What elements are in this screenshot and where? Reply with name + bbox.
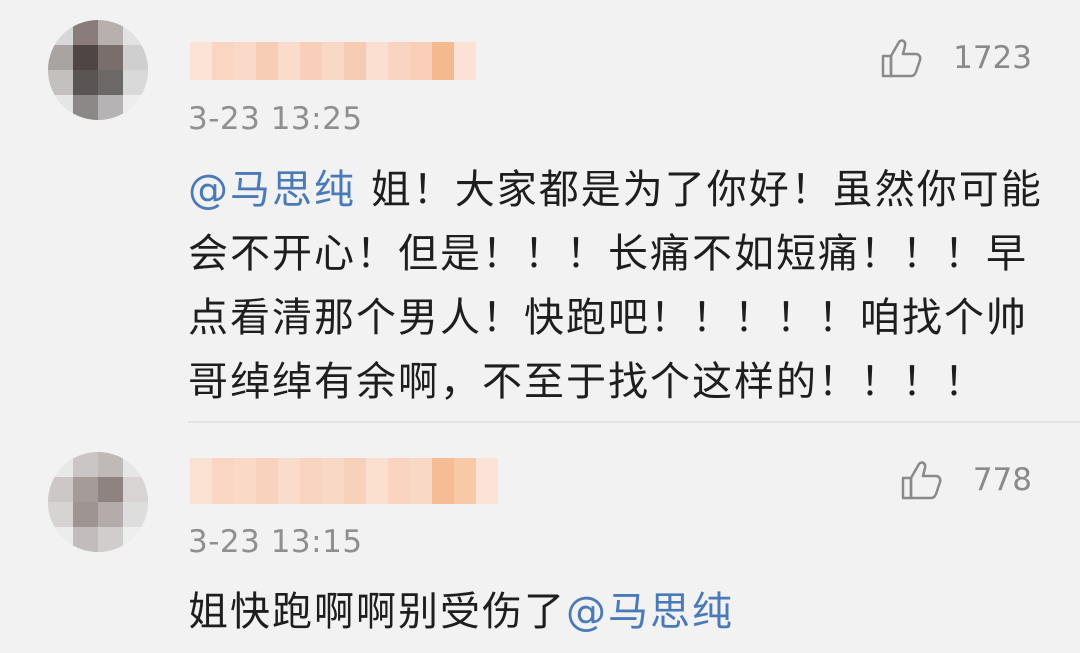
comment-time: 3-23 13:15 [188,524,363,560]
comment-item: 778 3-23 13:15 姐快跑啊啊别受伤了@马思纯 [0,424,1080,653]
comment-time: 3-23 13:25 [188,101,363,137]
like-count: 778 [972,462,1032,498]
thumbs-up-icon [901,461,942,500]
comment-body-text: 姐快跑啊啊别受伤了 [188,589,566,635]
like-control[interactable]: 778 [897,456,1032,504]
divider [188,421,1080,423]
avatar[interactable] [48,20,148,120]
mention-link[interactable]: @马思纯 [188,167,356,213]
mention-link[interactable]: @马思纯 [566,589,734,635]
comment-item: 1723 3-23 13:25 @马思纯 姐！大家都是为了你好！虽然你可能会不开… [0,0,1080,424]
like-count: 1723 [953,40,1032,76]
username-pixelated[interactable] [190,42,476,80]
comment-text: @马思纯 姐！大家都是为了你好！虽然你可能会不开心！但是！！！长痛不如短痛！！！… [188,158,1048,414]
avatar[interactable] [48,452,148,552]
like-control[interactable]: 1723 [877,34,1032,82]
comment-text: 姐快跑啊啊别受伤了@马思纯 [188,580,1048,644]
thumbs-up-icon [881,39,922,78]
username-pixelated[interactable] [190,458,498,504]
